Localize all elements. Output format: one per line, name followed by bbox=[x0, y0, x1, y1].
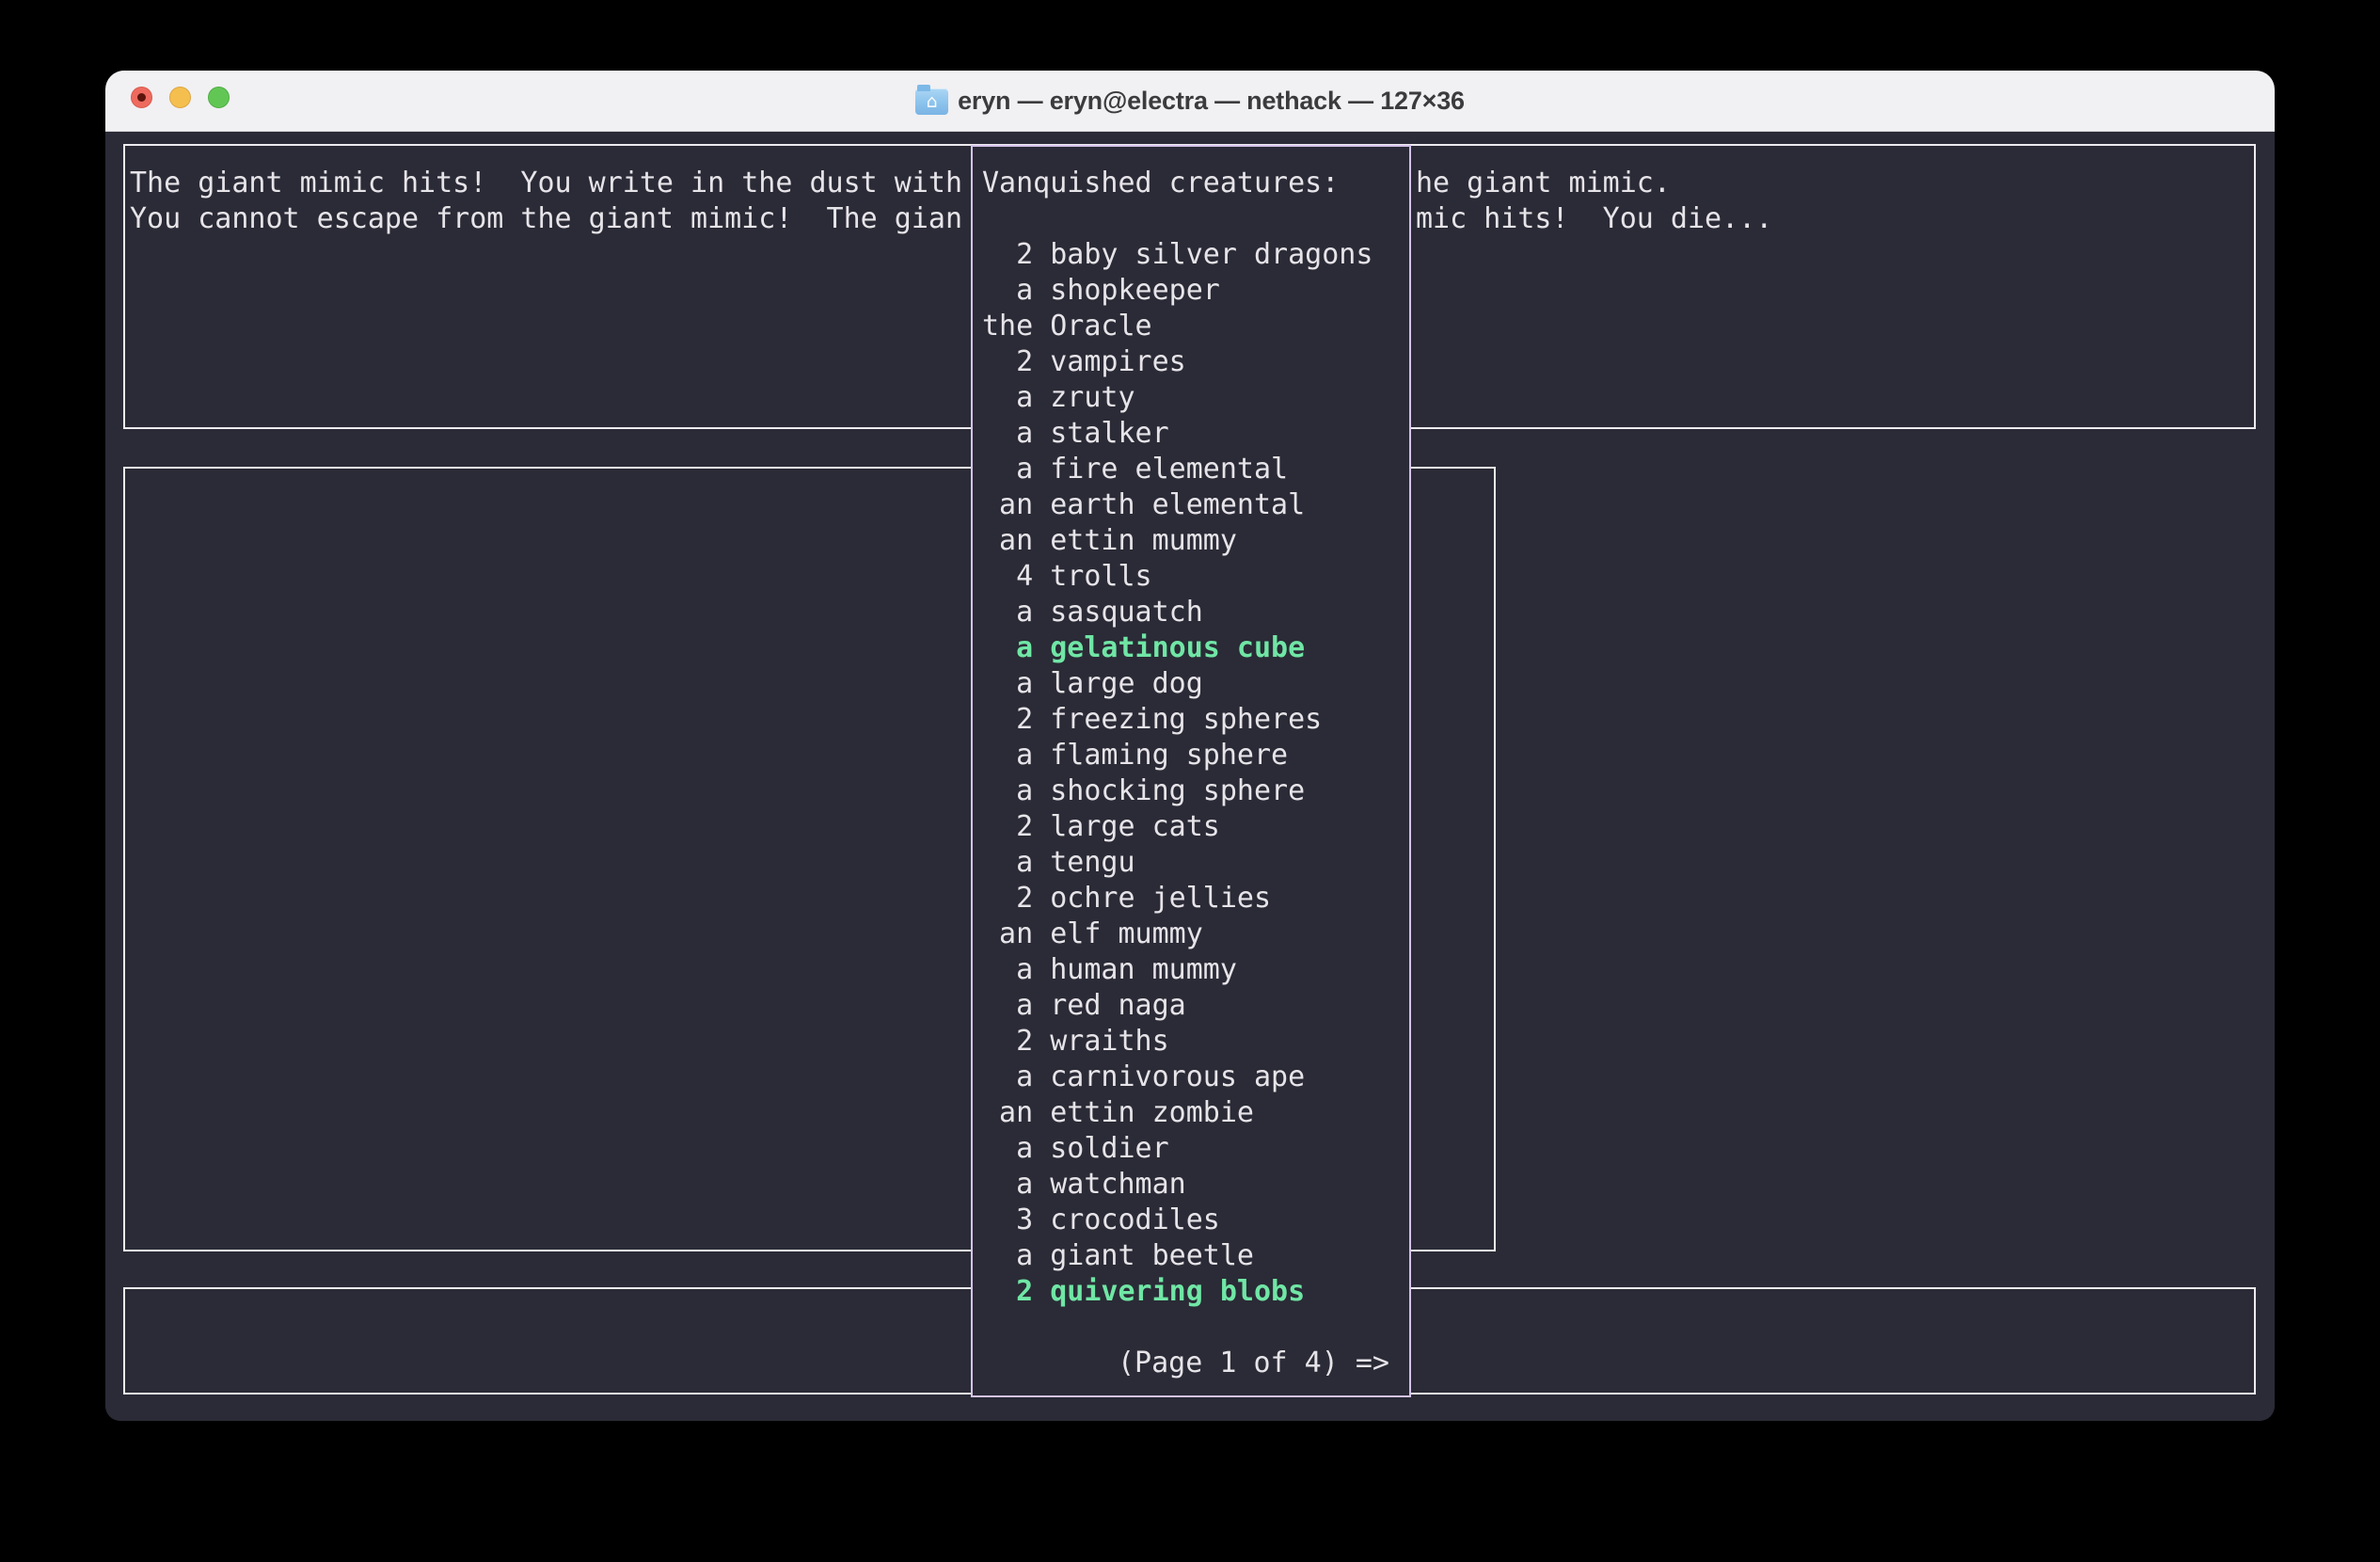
vanquished-creatures-menu: Vanquished creatures: 2 baby silver drag… bbox=[971, 145, 1411, 1397]
menu-item: a watchman bbox=[982, 1167, 1372, 1203]
menu-item: 2 quivering blobs bbox=[982, 1274, 1372, 1310]
menu-item: the Oracle bbox=[982, 309, 1372, 344]
house-glyph-icon: ⌂ bbox=[927, 93, 938, 111]
menu-item: an earth elemental bbox=[982, 487, 1372, 523]
menu-item: a zruty bbox=[982, 380, 1372, 416]
menu-item: a giant beetle bbox=[982, 1238, 1372, 1274]
message-line-2-left: You cannot escape from the giant mimic! … bbox=[130, 201, 962, 237]
menu-item: a stalker bbox=[982, 416, 1372, 452]
menu-item: an elf mummy bbox=[982, 916, 1372, 952]
menu-item: 2 ochre jellies bbox=[982, 881, 1372, 916]
menu-item: a sasquatch bbox=[982, 595, 1372, 630]
menu-item: an ettin zombie bbox=[982, 1095, 1372, 1131]
menu-item: a carnivorous ape bbox=[982, 1060, 1372, 1095]
menu-item: 2 wraiths bbox=[982, 1024, 1372, 1060]
menu-title: Vanquished creatures: bbox=[982, 166, 1339, 201]
titlebar[interactable]: ⌂ eryn — eryn@electra — nethack — 127×36 bbox=[105, 71, 2275, 132]
message-line-2-right: mic hits! You die... bbox=[1416, 201, 1772, 237]
title-area: ⌂ eryn — eryn@electra — nethack — 127×36 bbox=[105, 71, 2275, 132]
menu-item: a large dog bbox=[982, 666, 1372, 702]
menu-item: a shopkeeper bbox=[982, 273, 1372, 309]
menu-item: 3 crocodiles bbox=[982, 1203, 1372, 1238]
menu-item: 2 vampires bbox=[982, 344, 1372, 380]
menu-item: a shocking sphere bbox=[982, 773, 1372, 809]
menu-item: a soldier bbox=[982, 1131, 1372, 1167]
window-title: eryn — eryn@electra — nethack — 127×36 bbox=[958, 87, 1465, 116]
menu-item: a flaming sphere bbox=[982, 738, 1372, 773]
menu-item: a red naga bbox=[982, 988, 1372, 1024]
menu-item: a tengu bbox=[982, 845, 1372, 881]
menu-item: 2 freezing spheres bbox=[982, 702, 1372, 738]
menu-item-list: 2 baby silver dragons a shopkeeperthe Or… bbox=[982, 237, 1372, 1310]
menu-item: a gelatinous cube bbox=[982, 630, 1372, 666]
terminal-window: ⌂ eryn — eryn@electra — nethack — 127×36… bbox=[105, 71, 2275, 1421]
menu-item: 2 large cats bbox=[982, 809, 1372, 845]
home-folder-icon[interactable]: ⌂ bbox=[915, 88, 948, 115]
menu-pager[interactable]: (Page 1 of 4) => bbox=[1118, 1346, 1389, 1381]
menu-item: an ettin mummy bbox=[982, 523, 1372, 559]
menu-item: a human mummy bbox=[982, 952, 1372, 988]
menu-item: 2 baby silver dragons bbox=[982, 237, 1372, 273]
message-line-1-right: he giant mimic. bbox=[1416, 166, 1671, 201]
terminal-content[interactable]: The giant mimic hits! You write in the d… bbox=[105, 132, 2275, 1421]
menu-item: a fire elemental bbox=[982, 452, 1372, 487]
menu-item: 4 trolls bbox=[982, 559, 1372, 595]
folder-tab bbox=[917, 85, 930, 91]
message-line-1-left: The giant mimic hits! You write in the d… bbox=[130, 166, 962, 201]
